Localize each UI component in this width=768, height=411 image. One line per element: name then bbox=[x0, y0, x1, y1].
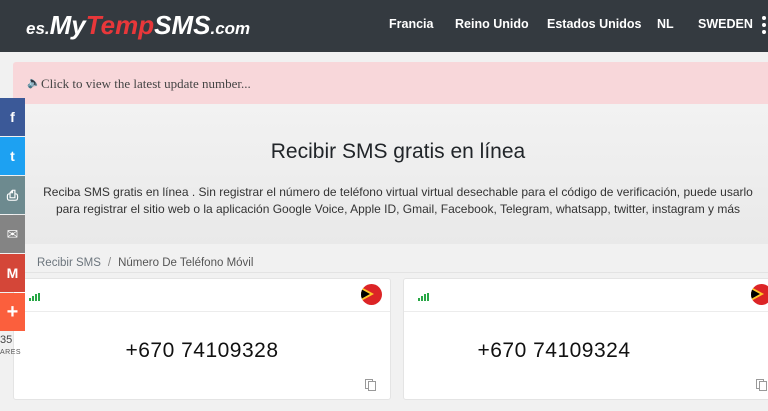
share-label: ARES bbox=[0, 349, 22, 356]
facebook-icon[interactable]: f bbox=[0, 98, 25, 136]
page-description: Reciba SMS gratis en línea . Sin registr… bbox=[43, 185, 753, 216]
breadcrumb: Recibir SMS / Número De Teléfono Móvil bbox=[37, 257, 253, 269]
email-icon[interactable]: ✉ bbox=[0, 215, 25, 253]
nav-link-sweden[interactable]: SWEDEN bbox=[698, 17, 753, 31]
main-nav: Francia Reino Unido Estados Unidos NL SW… bbox=[0, 17, 768, 35]
nav-link-nl[interactable]: NL bbox=[657, 17, 674, 31]
signal-icon bbox=[418, 293, 430, 301]
hero-section: Recibir SMS gratis en línea Reciba SMS g… bbox=[13, 104, 768, 244]
phone-number[interactable]: +670 74109324 bbox=[404, 339, 704, 363]
signal-icon bbox=[29, 293, 41, 301]
nav-link-reino-unido[interactable]: Reino Unido bbox=[455, 17, 529, 31]
breadcrumb-home[interactable]: Recibir SMS bbox=[37, 257, 101, 269]
top-navbar: es.MyTempSMS.com Francia Reino Unido Est… bbox=[0, 0, 768, 52]
phone-card[interactable]: +670 74109324 bbox=[403, 278, 768, 400]
nav-link-estados-unidos[interactable]: Estados Unidos bbox=[547, 17, 641, 31]
gmail-icon[interactable]: M bbox=[0, 254, 25, 292]
copy-icon[interactable] bbox=[365, 379, 376, 391]
breadcrumb-separator: / bbox=[107, 257, 112, 269]
phone-number[interactable]: +670 74109328 bbox=[14, 339, 390, 363]
share-count: 35 bbox=[0, 334, 13, 346]
nav-link-francia[interactable]: Francia bbox=[389, 17, 433, 31]
twitter-icon[interactable]: t bbox=[0, 137, 25, 175]
card-header bbox=[404, 279, 768, 312]
timor-leste-flag-icon bbox=[751, 284, 768, 305]
card-header bbox=[14, 279, 390, 312]
more-menu-icon[interactable] bbox=[762, 16, 766, 34]
speaker-icon: 🔈 bbox=[27, 77, 41, 89]
page-title: Recibir SMS gratis en línea bbox=[270, 140, 526, 163]
copy-icon[interactable] bbox=[756, 379, 767, 391]
breadcrumb-current: Número De Teléfono Móvil bbox=[118, 257, 254, 269]
divider bbox=[13, 272, 768, 273]
alert-text[interactable]: Click to view the latest update number..… bbox=[41, 76, 251, 92]
more-icon[interactable]: + bbox=[0, 293, 25, 331]
update-alert[interactable]: 🔈 Click to view the latest update number… bbox=[13, 62, 768, 104]
timor-leste-flag-icon bbox=[361, 284, 382, 305]
print-icon[interactable]: ⎙ bbox=[0, 176, 25, 214]
phone-card[interactable]: +670 74109328 bbox=[13, 278, 391, 400]
